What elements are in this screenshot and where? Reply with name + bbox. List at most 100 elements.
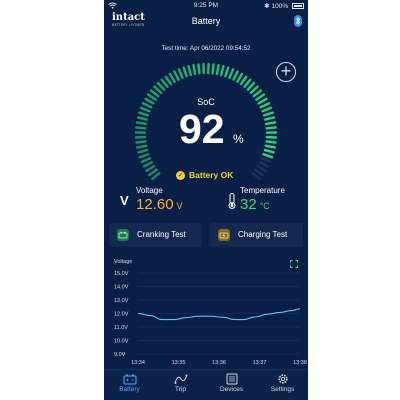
- y-tick-label: 10.0V: [114, 339, 129, 345]
- voltage-series-line: [137, 308, 301, 321]
- nav-item-devices[interactable]: Devices: [206, 370, 257, 400]
- gauge-segment: [140, 157, 152, 164]
- temperature-unit: °C: [259, 201, 270, 211]
- nav-item-battery[interactable]: Battery: [104, 370, 155, 400]
- voltage-unit: V: [176, 201, 183, 211]
- check-circle-icon: ✓: [176, 171, 185, 181]
- gauge-segment: [153, 85, 163, 94]
- gauge-segment: [264, 116, 276, 121]
- gauge-segment: [260, 157, 272, 164]
- gauge-segment: [136, 144, 148, 149]
- nav-label-devices: Devices: [219, 386, 244, 393]
- cranking-test-button[interactable]: Cranking Test: [109, 223, 202, 247]
- bluetooth-icon: ✱: [264, 3, 270, 10]
- voltage-icon: V: [120, 193, 129, 208]
- nav-label-settings: Settings: [270, 386, 295, 393]
- y-tick-label: 12.0V: [114, 312, 129, 318]
- gauge-segment: [256, 164, 267, 173]
- gauge-segment: [135, 126, 147, 130]
- status-right: ✱ 100%: [264, 2, 304, 10]
- gauge-segment: [137, 148, 149, 154]
- gauge-segment: [263, 148, 275, 154]
- gauge-segment: [239, 75, 248, 86]
- gauge-segment: [145, 164, 156, 173]
- thermometer-icon: [228, 193, 236, 209]
- gauge-segment: [151, 172, 161, 181]
- gauge-segment: [197, 63, 201, 75]
- gauge-segment: [264, 121, 277, 126]
- charging-test-label: Charging Test: [238, 230, 288, 239]
- voltage-chart: Voltage 15.0V 14.0V 13.0V 12.0V 11.0V 10.0V 9.…: [104, 256, 308, 368]
- gauge-segment: [135, 121, 148, 126]
- gauge-segment: [262, 153, 274, 159]
- gauge-segment: [142, 161, 154, 168]
- status-bar: 9:25 PM ✱ 100%: [104, 0, 308, 11]
- nav-item-trip[interactable]: Trip: [155, 370, 206, 400]
- gauge-segment: [192, 63, 197, 76]
- gauge-segment: [252, 89, 263, 98]
- bluetooth-icon[interactable]: [294, 15, 302, 27]
- gauge-segment: [246, 81, 256, 91]
- gauge-segment: [136, 116, 148, 121]
- gauge-segment: [264, 144, 276, 149]
- gauge-segment: [265, 126, 277, 130]
- x-tick-label: 13:35: [172, 360, 186, 366]
- gauge-segment: [215, 63, 220, 76]
- gauge-segment: [220, 65, 225, 77]
- y-tick-label: 11.0V: [114, 325, 128, 331]
- temperature-label: Temperature: [240, 186, 285, 195]
- phone-screen: 9:25 PM ✱ 100% intact BATTERY • POWER Ba…: [104, 0, 308, 400]
- gauge-segment: [156, 81, 166, 91]
- gauge-segment: [177, 68, 184, 79]
- page-title: Battery: [191, 16, 221, 26]
- gear-icon: [277, 374, 288, 384]
- battery-status-text: Battery OK: [189, 170, 234, 180]
- nav-item-settings[interactable]: Settings: [257, 370, 308, 400]
- soc-unit: %: [233, 132, 244, 146]
- gauge-segment: [173, 70, 180, 81]
- y-tick-label: 9.0V: [114, 352, 126, 358]
- y-tick-label: 14.0V: [114, 285, 129, 291]
- voltage-reading: 12.60 V: [136, 196, 183, 215]
- gauge-segment: [261, 106, 273, 113]
- voltage-label: Voltage: [136, 186, 163, 195]
- battery-icon: [292, 3, 304, 10]
- devices-icon: [226, 373, 237, 385]
- x-tick-label: 13:37: [253, 360, 267, 366]
- test-time: Test time: Apr 06/2022 09:54:52: [161, 45, 251, 52]
- x-tick-label: 13:34: [131, 360, 145, 366]
- gauge-segment: [139, 106, 151, 113]
- y-tick-label: 15.0V: [114, 271, 129, 277]
- gauge-segment: [138, 111, 150, 117]
- chart-plot: 15.0V 14.0V 13.0V 12.0V 11.0V 10.0V 9.0V 13:34 1…: [114, 271, 307, 366]
- gauge-segment: [168, 72, 176, 83]
- gauge-segment: [249, 85, 259, 94]
- bottom-nav: Battery Trip Devices Settings: [104, 369, 308, 400]
- gauge-segment: [232, 70, 239, 81]
- charging-test-icon: [218, 229, 230, 241]
- battery-percent: 100%: [271, 3, 289, 10]
- gauge-segment: [254, 168, 264, 177]
- gauge-segment: [187, 65, 192, 77]
- gauge-segment: [211, 63, 215, 75]
- gauge-segment: [182, 66, 188, 78]
- gauge-segment: [135, 140, 147, 144]
- gauge-segment: [236, 72, 244, 83]
- cranking-test-label: Cranking Test: [137, 230, 186, 239]
- nav-label-battery: Battery: [119, 386, 140, 393]
- voltage-value: 12.60: [136, 196, 174, 213]
- temperature-reading: 32 °C: [240, 196, 270, 215]
- battery-status: ✓ Battery OK: [176, 170, 234, 181]
- soc-value: 92: [179, 106, 225, 152]
- gauge-segment: [258, 161, 270, 168]
- gauge-segment: [228, 68, 235, 79]
- gauge-segment: [243, 78, 252, 88]
- cranking-test-icon: [117, 229, 129, 241]
- gauge-segment: [251, 172, 261, 181]
- charging-test-button[interactable]: Charging Test: [210, 223, 303, 247]
- app-header: intact BATTERY • POWER Battery: [104, 11, 308, 31]
- battery-icon: [123, 374, 136, 385]
- gauge-segment: [160, 78, 169, 88]
- x-tick-label: 13:36: [212, 360, 226, 366]
- nav-label-trip: Trip: [175, 386, 186, 393]
